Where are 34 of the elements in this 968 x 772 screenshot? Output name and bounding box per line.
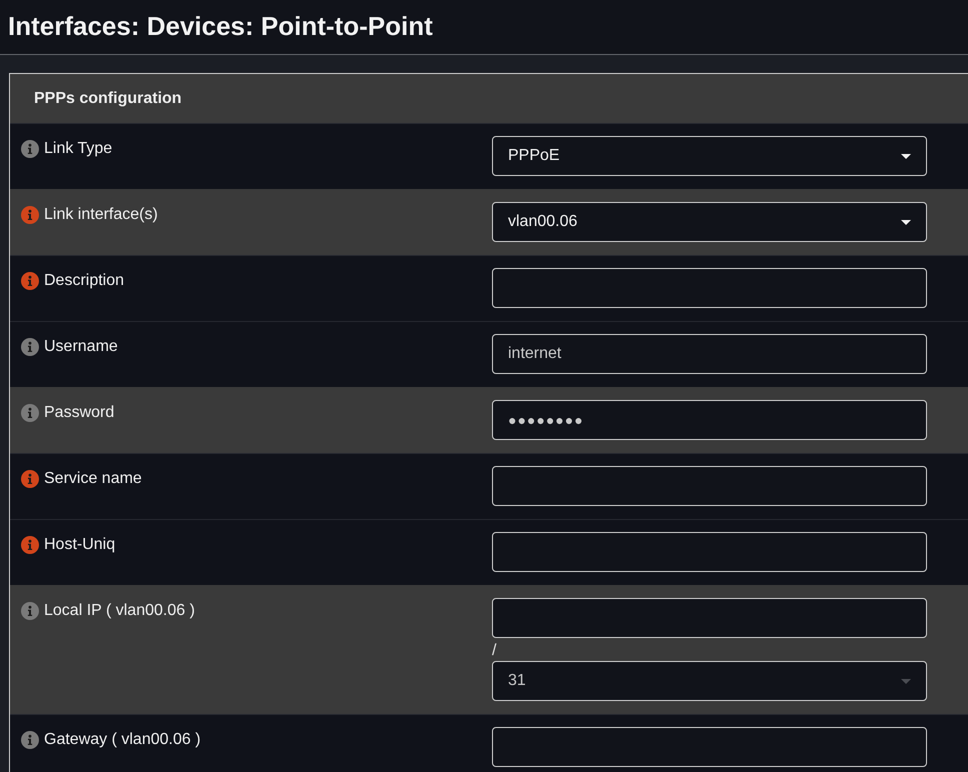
text-field[interactable]: internet <box>492 334 927 374</box>
info-icon[interactable] <box>21 470 39 488</box>
text-field[interactable] <box>492 727 927 767</box>
panel-title: PPPs configuration <box>34 90 182 108</box>
dropdown[interactable]: PPPoE <box>492 136 927 176</box>
info-icon[interactable] <box>21 272 39 290</box>
field-label: Description <box>44 271 124 291</box>
info-icon[interactable] <box>21 536 39 554</box>
info-icon[interactable] <box>21 206 39 224</box>
dropdown[interactable]: vlan00.06 <box>492 202 927 242</box>
info-icon[interactable] <box>21 140 39 158</box>
field-label: Host-Uniq <box>44 535 116 555</box>
field-label: Link Type <box>44 139 112 159</box>
field-label: Local IP ( vlan00.06 ) <box>44 601 195 621</box>
text-field[interactable] <box>492 466 927 506</box>
field-label: Service name <box>44 469 142 489</box>
info-icon[interactable] <box>21 731 39 749</box>
info-icon[interactable] <box>21 602 39 620</box>
caret-icon <box>901 678 911 684</box>
field-label: Password <box>44 403 114 423</box>
field-label: Link interface(s) <box>44 205 158 225</box>
password-field[interactable]: ●●●●●●●● <box>492 400 927 440</box>
separator-label: / <box>492 641 496 661</box>
field-label: Gateway ( vlan00.06 ) <box>44 730 201 750</box>
text-field[interactable] <box>492 532 927 572</box>
subnet-dropdown[interactable]: 31 <box>492 661 927 701</box>
caret-icon <box>901 220 911 224</box>
text-field[interactable] <box>492 268 927 308</box>
info-icon[interactable] <box>21 404 39 422</box>
ip-address-field[interactable] <box>492 598 927 638</box>
info-icon[interactable] <box>21 338 39 356</box>
page-title: Interfaces: Devices: Point-to-Point <box>8 10 433 42</box>
caret-icon <box>901 154 911 158</box>
field-label: Username <box>44 337 118 357</box>
